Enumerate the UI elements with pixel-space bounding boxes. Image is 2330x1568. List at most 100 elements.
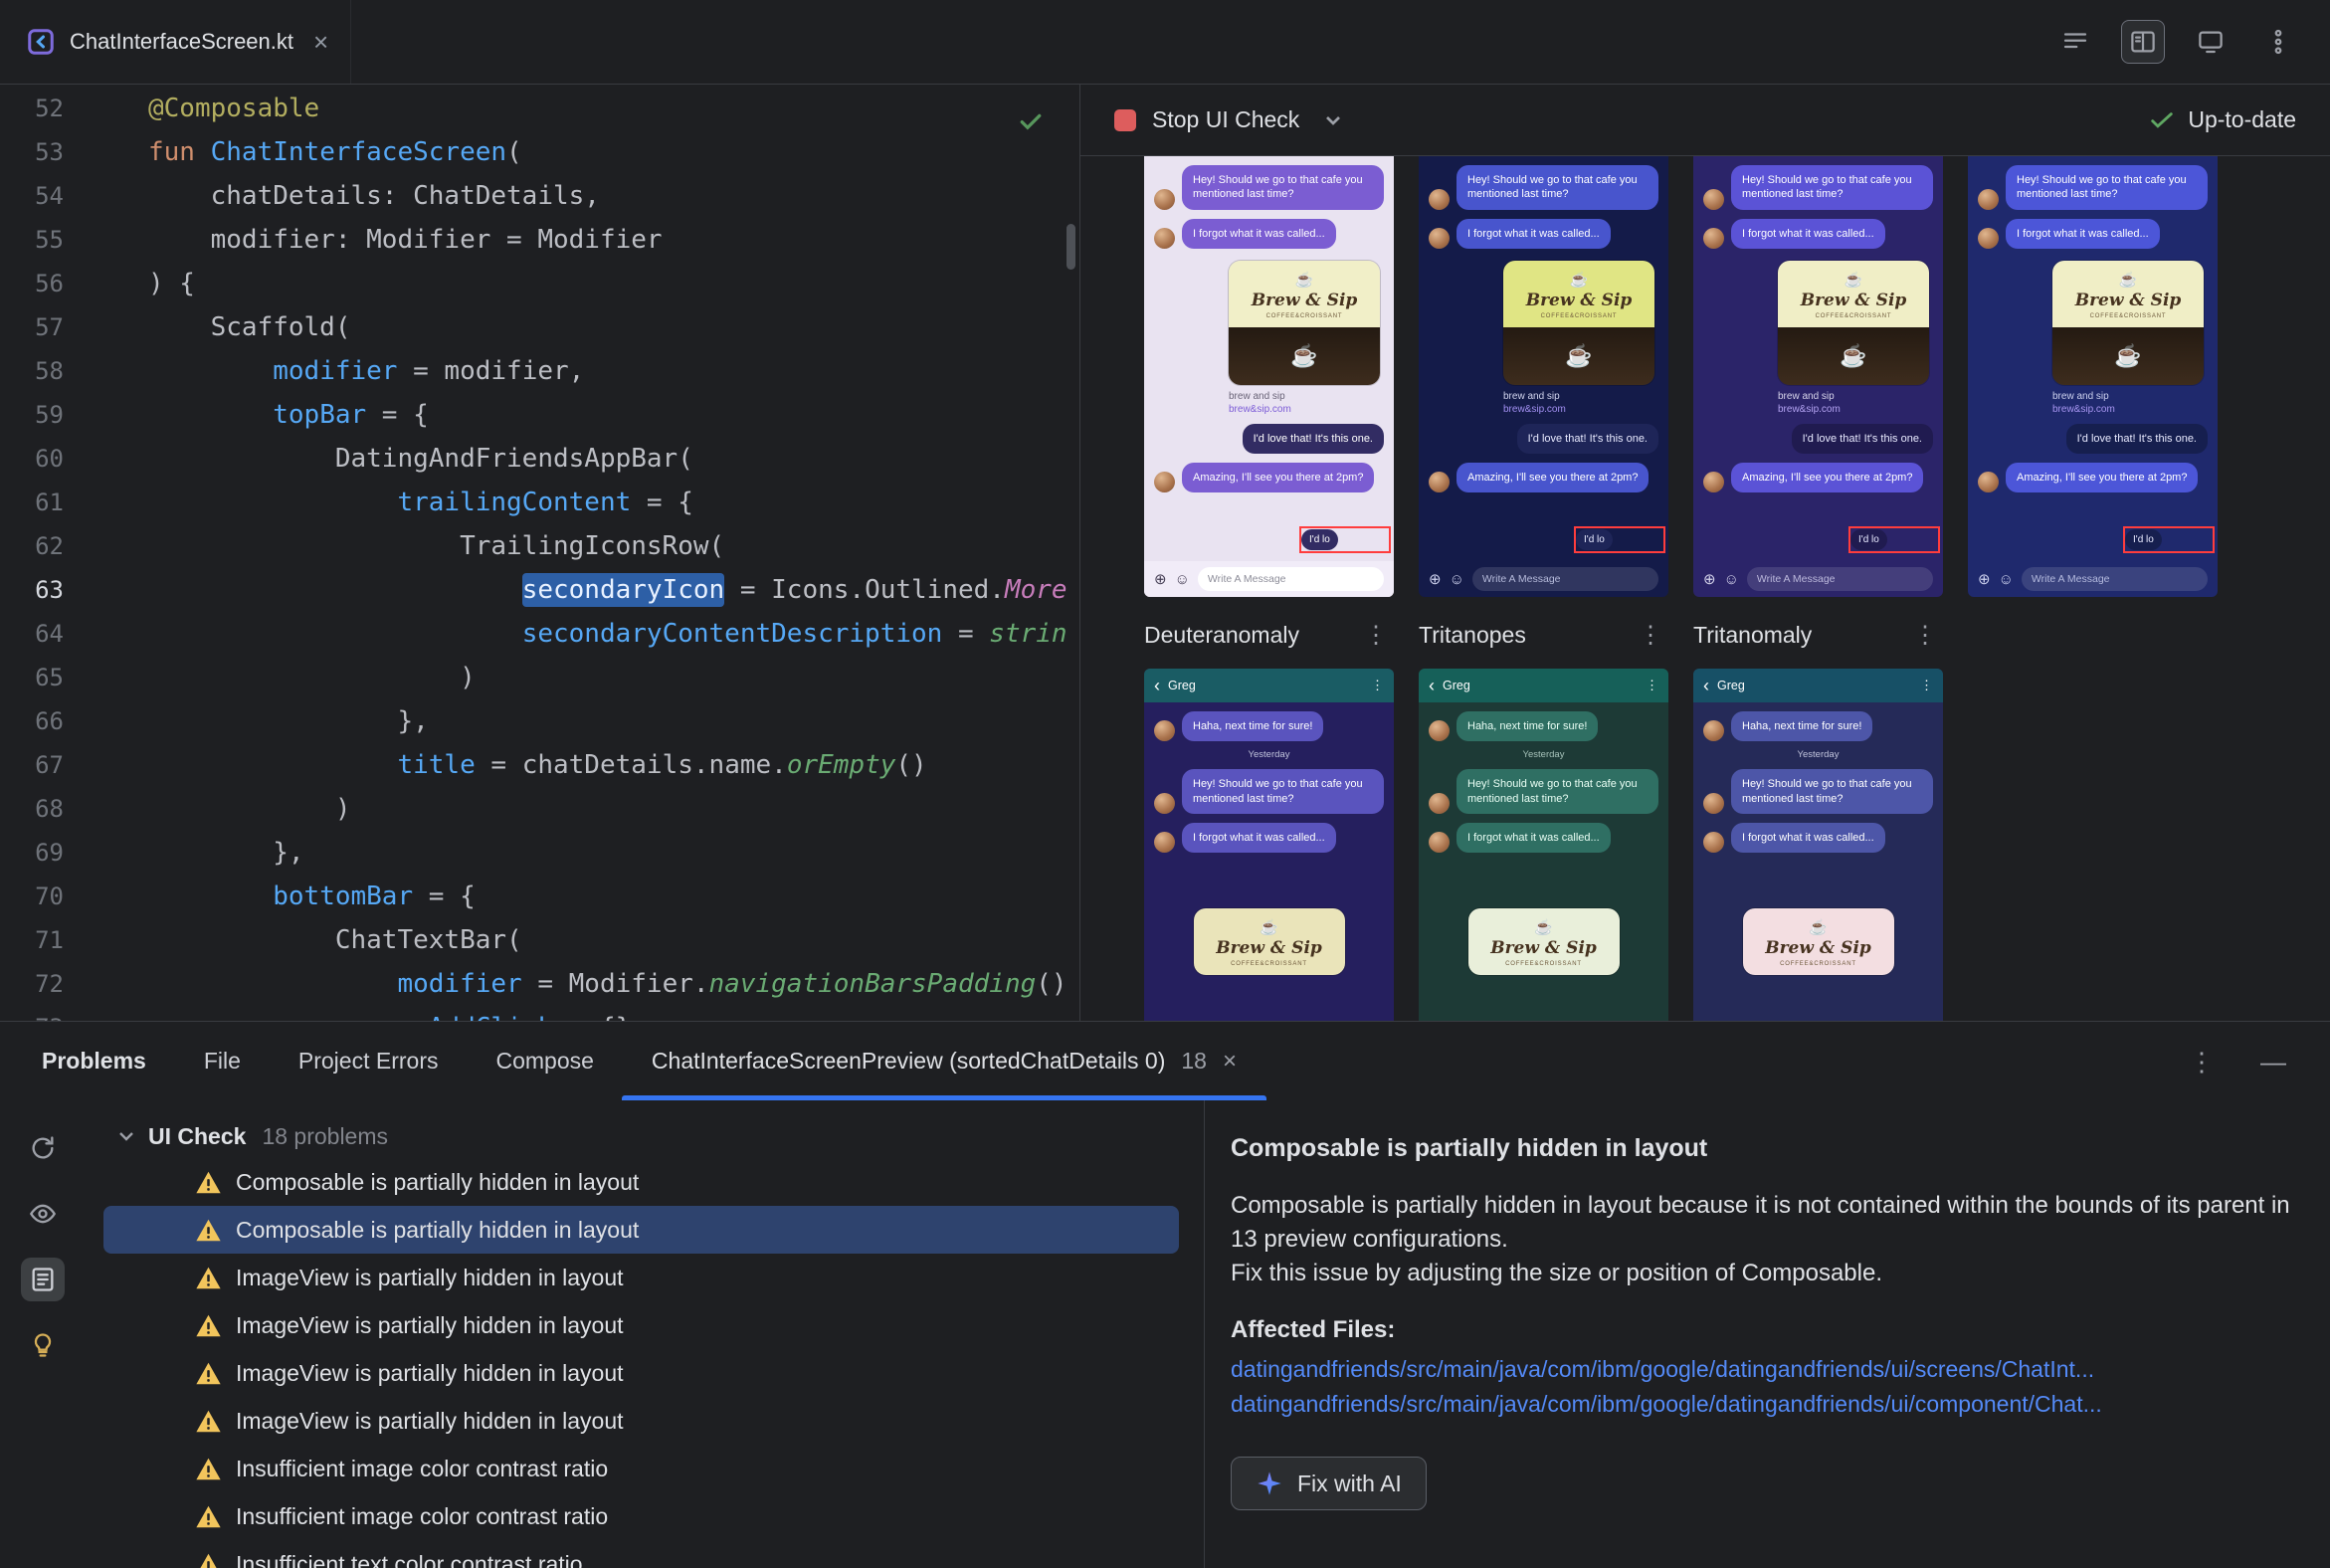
line-number[interactable]: 52: [0, 87, 104, 130]
line-number[interactable]: 56: [0, 262, 104, 305]
report-list-icon[interactable]: [20, 1258, 65, 1301]
stop-ui-check-button[interactable]: Stop UI Check: [1152, 106, 1299, 133]
line-number[interactable]: 68: [0, 787, 104, 831]
line-number[interactable]: 62: [0, 524, 104, 568]
code-token: = Icons.Outlined.: [724, 575, 1005, 605]
code-line[interactable]: 56) {: [0, 262, 1079, 305]
code-line[interactable]: 73 onAddClick = {}: [0, 1006, 1079, 1021]
uptodate-status[interactable]: Up-to-date: [2148, 106, 2296, 134]
code-line[interactable]: 55 modifier: Modifier = Modifier: [0, 218, 1079, 262]
problem-item[interactable]: Composable is partially hidden in layout: [103, 1206, 1179, 1254]
kebab-menu-icon[interactable]: [2256, 20, 2300, 64]
preview-phone-2[interactable]: Hey! Should we go to that cafe you menti…: [1419, 156, 1668, 597]
kebab-icon[interactable]: ⋮: [1639, 621, 1668, 650]
line-number[interactable]: 70: [0, 875, 104, 918]
code-line[interactable]: 70 bottomBar = {: [0, 875, 1079, 918]
tab-chat-interface-screen-preview[interactable]: ChatInterfaceScreenPreview (sortedChatDe…: [621, 1022, 1267, 1100]
line-number[interactable]: 61: [0, 481, 104, 524]
chevron-down-icon[interactable]: [114, 1124, 138, 1148]
line-number[interactable]: 57: [0, 305, 104, 349]
code-editor[interactable]: 52 @Composable 53 fun ChatInterfaceScreen(5…: [0, 85, 1080, 1021]
affected-file-link[interactable]: datingandfriends/src/main/java/com/ibm/g…: [1231, 1387, 2290, 1422]
problem-item[interactable]: Insufficient image color contrast ratio: [103, 1492, 1179, 1540]
kebab-icon[interactable]: ⋮: [1364, 621, 1394, 650]
line-number[interactable]: 58: [0, 349, 104, 393]
line-number[interactable]: 54: [0, 174, 104, 218]
minimize-icon[interactable]: —: [2260, 1049, 2286, 1075]
avatar: [1154, 188, 1175, 210]
problem-item[interactable]: ImageView is partially hidden in layout: [103, 1301, 1179, 1349]
device-preview-icon[interactable]: [2189, 20, 2233, 64]
file-tab[interactable]: ChatInterfaceScreen.kt ×: [0, 0, 352, 84]
code-line[interactable]: 60 DatingAndFriendsAppBar(: [0, 437, 1079, 481]
preview-phone-4[interactable]: Hey! Should we go to that cafe you menti…: [1968, 156, 2218, 597]
line-number[interactable]: 73: [0, 1006, 104, 1021]
preview-eye-icon[interactable]: [21, 1192, 65, 1236]
chevron-down-icon[interactable]: [1321, 108, 1345, 132]
code-line[interactable]: 69 },: [0, 831, 1079, 875]
fix-with-ai-button[interactable]: Fix with AI: [1231, 1457, 1427, 1511]
line-number[interactable]: 55: [0, 218, 104, 262]
line-number[interactable]: 60: [0, 437, 104, 481]
preview-phone-3[interactable]: Hey! Should we go to that cafe you menti…: [1693, 156, 1943, 597]
problem-item[interactable]: Insufficient text color contrast ratio: [103, 1540, 1179, 1568]
code-line[interactable]: 52 @Composable: [0, 87, 1079, 130]
line-number[interactable]: 71: [0, 918, 104, 962]
code-line[interactable]: 57 Scaffold(: [0, 305, 1079, 349]
refresh-icon[interactable]: [21, 1126, 65, 1170]
code-line[interactable]: 63 secondaryIcon = Icons.Outlined.More: [0, 568, 1079, 612]
code-line[interactable]: 68 ): [0, 787, 1079, 831]
kebab-icon[interactable]: ⋮: [1913, 621, 1943, 650]
code-line[interactable]: 58 modifier = modifier,: [0, 349, 1079, 393]
code-line[interactable]: 62 TrailingIconsRow(: [0, 524, 1079, 568]
line-number[interactable]: 69: [0, 831, 104, 875]
code-token: onAddClick: [397, 1013, 553, 1021]
lightbulb-icon[interactable]: [21, 1323, 65, 1367]
code-line[interactable]: 59 topBar = {: [0, 393, 1079, 437]
editor-scrollbar[interactable]: [1067, 224, 1075, 270]
inspections-ok-icon[interactable]: [1016, 106, 1046, 136]
tab-problems[interactable]: Problems: [42, 1022, 146, 1100]
code-line[interactable]: 71 ChatTextBar(: [0, 918, 1079, 962]
chat-bubble: I'd love that! It's this one.: [1516, 423, 1658, 455]
variant-phone-deuteranomaly[interactable]: ‹ Greg ⋮ Haha, next time for sure! Yeste…: [1144, 669, 1394, 1021]
problem-item[interactable]: ImageView is partially hidden in layout: [103, 1349, 1179, 1397]
line-number[interactable]: 66: [0, 699, 104, 743]
tab-file[interactable]: File: [204, 1022, 241, 1100]
code-line[interactable]: 67 title = chatDetails.name.orEmpty(): [0, 743, 1079, 787]
preview-phone-1[interactable]: Hey! Should we go to that cafe you menti…: [1144, 156, 1394, 597]
close-tab-icon[interactable]: ×: [313, 29, 328, 55]
line-number[interactable]: 67: [0, 743, 104, 787]
problem-item[interactable]: Insufficient image color contrast ratio: [103, 1445, 1179, 1492]
problem-item[interactable]: ImageView is partially hidden in layout: [103, 1397, 1179, 1445]
line-number[interactable]: 64: [0, 612, 104, 656]
code-token: More: [1004, 575, 1068, 605]
code-line[interactable]: 65 ): [0, 656, 1079, 699]
close-tab-icon[interactable]: ×: [1223, 1048, 1237, 1076]
code-line[interactable]: 54 chatDetails: ChatDetails,: [0, 174, 1079, 218]
kebab-menu-icon[interactable]: ⋮: [2189, 1049, 2215, 1075]
code-line[interactable]: 64 secondaryContentDescription = strin: [0, 612, 1079, 656]
problem-item[interactable]: ImageView is partially hidden in layout: [103, 1254, 1179, 1301]
code-line[interactable]: 72 modifier = Modifier.navigationBarsPad…: [0, 962, 1079, 1006]
line-number[interactable]: 65: [0, 656, 104, 699]
code-line[interactable]: 53 fun ChatInterfaceScreen(: [0, 130, 1079, 174]
link-preview-card: ☕ Brew & Sip COFFEE&CROISSANT ☕ brew and…: [1503, 260, 1654, 415]
split-editor-icon[interactable]: [2121, 20, 2165, 64]
variant-phone-tritanopes[interactable]: ‹ Greg ⋮ Haha, next time for sure! Yeste…: [1419, 669, 1668, 1021]
code-line[interactable]: 61 trailingContent = {: [0, 481, 1079, 524]
variant-phone-tritanomaly[interactable]: ‹ Greg ⋮ Haha, next time for sure! Yeste…: [1693, 669, 1943, 1021]
line-number[interactable]: 53: [0, 130, 104, 174]
line-number[interactable]: 63: [0, 568, 104, 612]
detail-title: Composable is partially hidden in layout: [1231, 1134, 1708, 1162]
problem-item[interactable]: Composable is partially hidden in layout: [103, 1158, 1179, 1206]
warning-icon: [196, 1410, 221, 1432]
ui-check-group-header[interactable]: UI Check 18 problems: [85, 1114, 1204, 1158]
structure-lines-icon[interactable]: [2053, 20, 2097, 64]
affected-file-link[interactable]: datingandfriends/src/main/java/com/ibm/g…: [1231, 1352, 2290, 1387]
code-line[interactable]: 66 },: [0, 699, 1079, 743]
tab-project-errors[interactable]: Project Errors: [298, 1022, 439, 1100]
tab-compose[interactable]: Compose: [495, 1022, 593, 1100]
line-number[interactable]: 72: [0, 962, 104, 1006]
line-number[interactable]: 59: [0, 393, 104, 437]
